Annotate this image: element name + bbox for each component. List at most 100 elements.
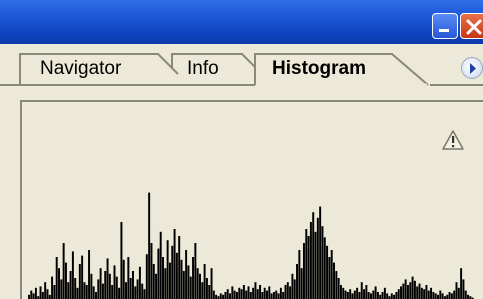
histogram-bar [76, 287, 79, 299]
histogram-bar [256, 289, 259, 299]
histogram-bar [150, 243, 153, 299]
histogram-bar [51, 276, 54, 299]
histogram-bar [222, 294, 225, 299]
histogram-bar [143, 289, 146, 299]
histogram-bar [131, 271, 134, 299]
histogram-bar [323, 237, 326, 299]
minimize-button[interactable] [432, 13, 458, 39]
close-icon [466, 19, 482, 35]
histogram-bar [164, 268, 167, 299]
histogram-bar [353, 290, 356, 299]
histogram-bar [319, 206, 322, 299]
histogram-bar [450, 293, 453, 299]
histogram-bar [416, 286, 419, 299]
histogram-bar [108, 273, 111, 299]
histogram-bar [351, 293, 354, 299]
histogram-bar [282, 292, 285, 299]
tab-navigator[interactable]: Navigator [20, 54, 170, 86]
histogram-bar [64, 262, 67, 299]
histogram-bar [74, 278, 77, 299]
histogram-bar [400, 286, 403, 299]
histogram-bar [208, 285, 211, 299]
histogram-bar [411, 276, 414, 299]
histogram-bar [418, 283, 421, 299]
histogram-bar [69, 271, 72, 299]
histogram-bar [180, 259, 183, 299]
histogram-bar [196, 268, 199, 299]
tab-histogram[interactable]: Histogram [256, 54, 426, 86]
histogram-bar [434, 293, 437, 299]
histogram-bar [152, 264, 155, 299]
histogram-bar [268, 286, 271, 299]
histogram-bar [342, 287, 345, 299]
histogram-bar [279, 287, 282, 299]
histogram-bar [178, 236, 181, 299]
histogram-bar [162, 257, 164, 299]
histogram-bar [337, 278, 340, 299]
histogram-bar [286, 282, 289, 299]
histogram-bar [358, 292, 361, 299]
histogram-bar [413, 280, 416, 299]
histogram-bar [249, 292, 252, 299]
histogram-bar [254, 282, 257, 299]
histogram-bar [92, 286, 95, 299]
tab-info-label: Info [187, 58, 219, 79]
histogram-bar [71, 251, 74, 299]
histogram-bar [44, 282, 47, 299]
histogram-palette-window: Navigator Info Histogram [0, 0, 483, 299]
histogram-bar [187, 265, 190, 299]
histogram-bar [275, 290, 278, 299]
histogram-bar [370, 293, 372, 299]
histogram-bar [439, 290, 442, 299]
histogram-bar [386, 293, 389, 299]
histogram-bar [104, 271, 107, 299]
histogram-bar [219, 293, 222, 299]
histogram-bar [129, 278, 132, 299]
histogram-bar [393, 294, 396, 299]
histogram-bar [467, 294, 470, 299]
histogram-bar [235, 292, 238, 299]
tab-info[interactable]: Info [172, 54, 256, 86]
histogram-bar [41, 292, 44, 299]
histogram-bar [120, 222, 123, 299]
palette-menu-button[interactable] [461, 57, 483, 79]
warning-triangle-icon[interactable] [442, 130, 464, 150]
histogram-bar [134, 286, 137, 299]
histogram-bar [381, 292, 384, 299]
histogram-bar [321, 226, 324, 299]
tab-bar: Navigator Info Histogram [0, 44, 483, 86]
histogram-bar [314, 231, 317, 299]
histogram-bar [122, 259, 125, 299]
histogram-bar [356, 287, 359, 299]
histogram-bar [185, 250, 188, 299]
histogram-bar [427, 290, 430, 299]
histogram-bar [372, 290, 375, 299]
histogram-bar [266, 290, 268, 299]
histogram-bar [88, 250, 91, 299]
histogram-bar [397, 289, 400, 299]
histogram-bar [270, 293, 273, 299]
title-bar[interactable] [0, 0, 483, 44]
histogram-bar [328, 257, 331, 299]
histogram-bar [205, 278, 208, 299]
close-button[interactable] [460, 13, 483, 39]
histogram-bar [106, 258, 109, 299]
histogram-bar [30, 290, 33, 299]
histogram-bar [395, 292, 398, 299]
histogram-bar [60, 279, 63, 299]
histogram-bar [224, 292, 227, 299]
histogram-bar [293, 279, 296, 299]
histogram-bar [125, 282, 128, 299]
histogram-bar [289, 286, 292, 299]
histogram-bar [203, 264, 206, 299]
histogram-bar [148, 192, 151, 299]
histogram-bar [432, 292, 435, 299]
histogram-bar [402, 283, 405, 299]
histogram-bar [365, 285, 368, 299]
histogram-bar [302, 243, 305, 299]
histogram-bar [367, 292, 370, 299]
histogram-bar [231, 286, 234, 299]
histogram-bar [101, 283, 104, 299]
histogram-bar [330, 250, 333, 299]
histogram-bar [291, 273, 294, 299]
